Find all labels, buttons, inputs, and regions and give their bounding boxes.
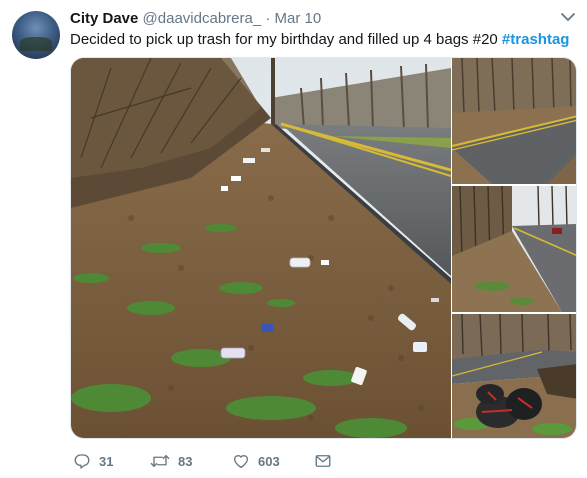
comment-icon [74,454,90,469]
like-button[interactable]: 603 [232,452,280,470]
chevron-down-icon[interactable] [559,8,577,26]
photo-roadside-litter[interactable] [71,58,451,439]
tweet-body: Decided to pick up trash for my birthday… [70,31,498,48]
tweet-media-grid [70,57,577,439]
avatar[interactable] [12,11,60,59]
photo-road-clean[interactable] [452,58,577,184]
author-name[interactable]: City Dave [70,10,138,27]
retweet-count: 83 [178,453,193,469]
hashtag-link[interactable]: #trashtag [502,31,570,48]
retweet-button[interactable]: 83 [150,452,192,470]
message-button[interactable] [314,452,332,470]
reply-count: 31 [99,453,114,469]
separator-dot: · [265,10,271,27]
envelope-icon [315,455,331,467]
author-handle[interactable]: @daavidcabrera_ [143,10,262,27]
tweet-header: City Dave @daavidcabrera_ · Mar 10 [70,9,321,29]
photo-road-car[interactable] [452,186,577,312]
photo-trash-bags[interactable] [452,314,577,439]
tweet-text: Decided to pick up trash for my birthday… [70,30,569,50]
like-count: 603 [258,453,280,469]
reply-button[interactable]: 31 [73,452,113,470]
retweet-icon [150,455,170,467]
tweet-date[interactable]: Mar 10 [275,10,322,27]
heart-icon [233,455,249,469]
